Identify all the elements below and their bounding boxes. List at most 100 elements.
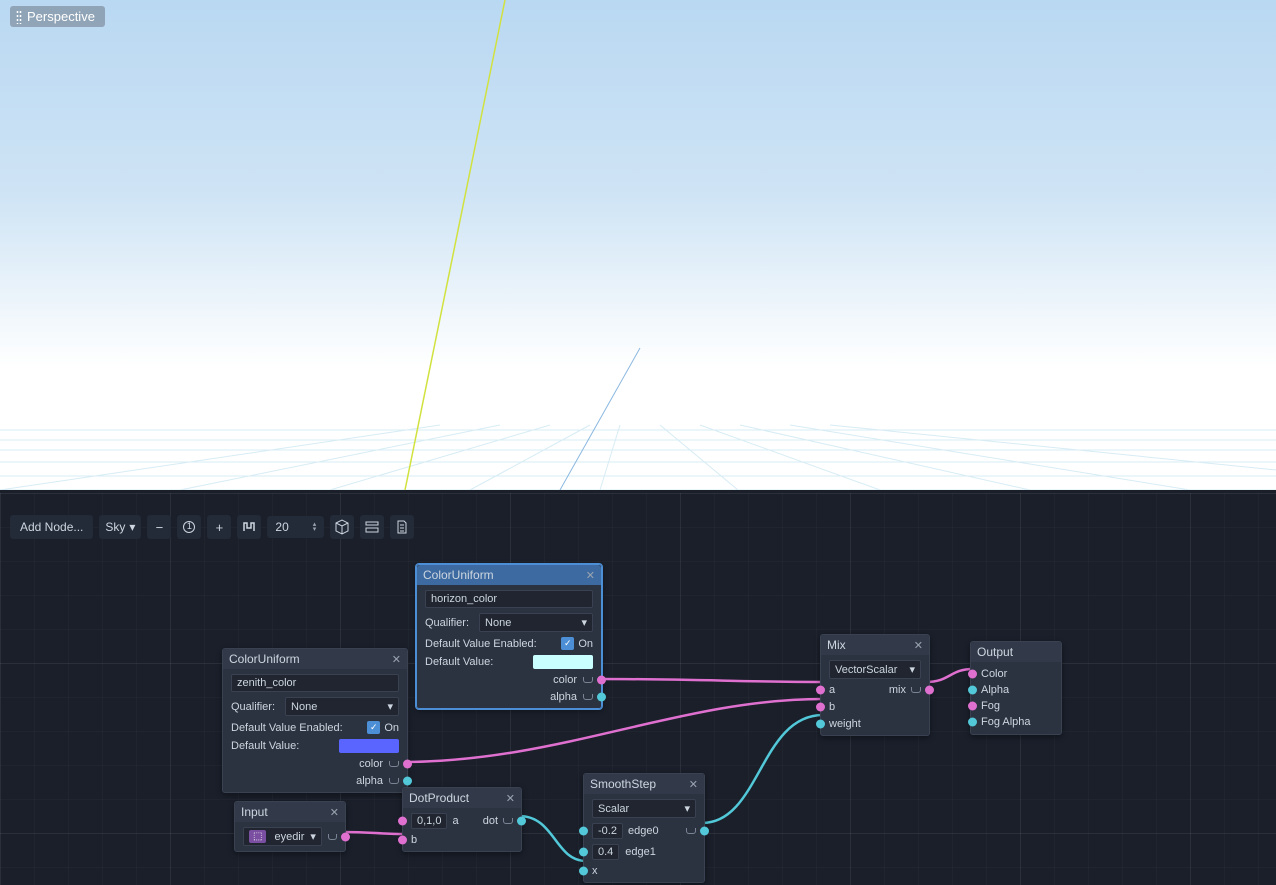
- close-icon[interactable]: ✕: [689, 778, 698, 791]
- node-title: ColorUniform: [229, 652, 300, 666]
- default-enabled-label: Default Value Enabled:: [231, 722, 343, 734]
- perspective-label: Perspective: [27, 9, 95, 24]
- port-expand-icon[interactable]: [583, 694, 593, 700]
- output-port-mix[interactable]: [925, 686, 934, 695]
- close-icon[interactable]: ✕: [586, 569, 595, 582]
- code-view-button[interactable]: [390, 515, 414, 539]
- default-enabled-checkbox[interactable]: ✓: [561, 637, 574, 650]
- port-label-weight: weight: [829, 718, 861, 730]
- node-header[interactable]: Output: [971, 642, 1061, 662]
- viewport-axes: [0, 0, 1276, 490]
- color-swatch[interactable]: [339, 739, 399, 753]
- port-expand-icon[interactable]: [503, 818, 513, 824]
- grid-size-input[interactable]: 20 ▴▾: [267, 516, 324, 538]
- port-expand-icon[interactable]: [583, 677, 593, 683]
- default-enabled-checkbox[interactable]: ✓: [367, 721, 380, 734]
- stepper-arrows-icon: ▴▾: [313, 522, 317, 532]
- output-port-alpha[interactable]: [597, 693, 606, 702]
- port-label-edge1: edge1: [625, 846, 656, 858]
- node-header[interactable]: ColorUniform ✕: [223, 649, 407, 669]
- close-icon[interactable]: ✕: [914, 639, 923, 652]
- input-port-edge1[interactable]: [579, 848, 588, 857]
- port-label-b: b: [411, 834, 417, 846]
- input-type-select[interactable]: ⬚ eyedir▾: [243, 827, 322, 846]
- node-title: ColorUniform: [423, 568, 494, 582]
- color-swatch[interactable]: [533, 655, 593, 669]
- close-icon[interactable]: ✕: [506, 792, 515, 805]
- qualifier-select[interactable]: None▾: [479, 613, 593, 632]
- input-port-a[interactable]: [816, 686, 825, 695]
- grid-view-button[interactable]: [330, 515, 354, 539]
- default-enabled-state: On: [578, 638, 593, 650]
- uniform-name-input[interactable]: [231, 674, 399, 692]
- perspective-mode-button[interactable]: Perspective: [10, 6, 105, 27]
- port-expand-icon[interactable]: [389, 778, 399, 784]
- node-dot-product[interactable]: DotProduct ✕ 0,1,0 a dot b: [402, 787, 522, 852]
- input-port-edge0[interactable]: [579, 827, 588, 836]
- input-port-fog[interactable]: [968, 702, 977, 711]
- add-node-button[interactable]: Add Node...: [10, 515, 93, 539]
- zoom-in-button[interactable]: +: [207, 515, 231, 539]
- layout-icon: [364, 519, 380, 535]
- port-expand-icon[interactable]: [389, 761, 399, 767]
- output-port-color[interactable]: [597, 676, 606, 685]
- port-label-fog-alpha: Fog Alpha: [981, 716, 1031, 728]
- zoom-out-button[interactable]: −: [147, 515, 171, 539]
- layout-button[interactable]: [360, 515, 384, 539]
- node-input[interactable]: Input ✕ ⬚ eyedir▾: [234, 801, 346, 852]
- input-port-x[interactable]: [579, 867, 588, 876]
- input-port-b[interactable]: [398, 836, 407, 845]
- edge1-value[interactable]: 0.4: [592, 844, 619, 860]
- node-header[interactable]: SmoothStep ✕: [584, 774, 704, 794]
- shader-type-select[interactable]: Sky ▾: [99, 515, 141, 539]
- close-icon[interactable]: ✕: [392, 653, 401, 666]
- node-header[interactable]: ColorUniform ✕: [417, 565, 601, 585]
- uniform-name-input[interactable]: [425, 590, 593, 608]
- input-port-a[interactable]: [398, 817, 407, 826]
- port-label-edge0: edge0: [628, 825, 659, 837]
- port-expand-icon[interactable]: [911, 687, 921, 693]
- qualifier-select[interactable]: None▾: [285, 697, 399, 716]
- close-icon[interactable]: ✕: [330, 806, 339, 819]
- default-enabled-label: Default Value Enabled:: [425, 638, 537, 650]
- viewport-3d[interactable]: Perspective: [0, 0, 1276, 490]
- input-port-weight[interactable]: [816, 720, 825, 729]
- input-port-color[interactable]: [968, 670, 977, 679]
- node-color-uniform-horizon[interactable]: ColorUniform ✕ Qualifier: None▾ Default …: [416, 564, 602, 709]
- node-header[interactable]: DotProduct ✕: [403, 788, 521, 808]
- output-port-result[interactable]: [700, 827, 709, 836]
- node-title: SmoothStep: [590, 777, 656, 791]
- const-a-value[interactable]: 0,1,0: [411, 813, 447, 829]
- node-title: Mix: [827, 638, 846, 652]
- document-icon: [394, 519, 410, 535]
- chevron-down-icon: ▾: [129, 520, 135, 534]
- node-header[interactable]: Input ✕: [235, 802, 345, 822]
- edge0-value[interactable]: -0.2: [592, 823, 623, 839]
- output-port-vector[interactable]: [341, 832, 350, 841]
- drag-handle-icon: [16, 10, 22, 24]
- zoom-reset-button[interactable]: 1: [177, 515, 201, 539]
- port-expand-icon[interactable]: [328, 834, 337, 840]
- smoothstep-type-select[interactable]: Scalar▾: [592, 799, 696, 818]
- port-label-color: color: [553, 674, 577, 686]
- mix-type-select[interactable]: VectorScalar▾: [829, 660, 921, 679]
- input-port-alpha[interactable]: [968, 686, 977, 695]
- snap-toggle-button[interactable]: [237, 515, 261, 539]
- output-port-dot[interactable]: [517, 817, 526, 826]
- output-port-alpha[interactable]: [403, 777, 412, 786]
- port-expand-icon[interactable]: [686, 828, 696, 834]
- input-port-b[interactable]: [816, 703, 825, 712]
- output-port-color[interactable]: [403, 760, 412, 769]
- input-port-fog-alpha[interactable]: [968, 718, 977, 727]
- node-smooth-step[interactable]: SmoothStep ✕ Scalar▾ -0.2 edge0 0.4 edge…: [583, 773, 705, 883]
- chevron-down-icon: ▾: [909, 663, 915, 676]
- node-output[interactable]: Output Color Alpha Fog Fog Alpha: [970, 641, 1062, 735]
- node-mix[interactable]: Mix ✕ VectorScalar▾ a mix b: [820, 634, 930, 736]
- node-header[interactable]: Mix ✕: [821, 635, 929, 655]
- node-title: Output: [977, 645, 1013, 659]
- port-label-alpha: alpha: [550, 691, 577, 703]
- port-label-color: Color: [981, 668, 1007, 680]
- node-color-uniform-zenith[interactable]: ColorUniform ✕ Qualifier: None▾ Default …: [222, 648, 408, 793]
- port-label-b: b: [829, 701, 835, 713]
- snap-icon: [241, 519, 257, 535]
